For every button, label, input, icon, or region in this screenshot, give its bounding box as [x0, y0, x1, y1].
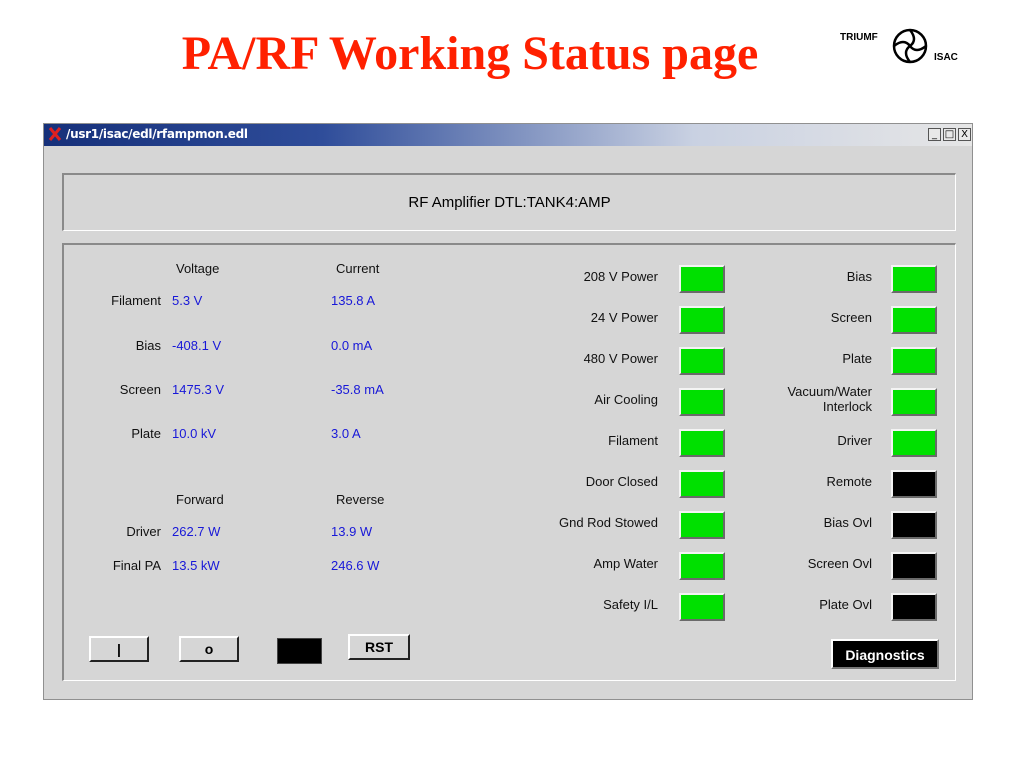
status-label: Air Cooling [594, 392, 658, 407]
status-led-off [891, 511, 937, 539]
status-label: Screen Ovl [807, 556, 872, 571]
status-led-on [679, 511, 725, 539]
status-label: Filament [608, 433, 658, 448]
logo-triumf-text: TRIUMF [840, 32, 878, 43]
finalpa-reverse: 246.6 W [331, 558, 380, 573]
status-led-on [679, 306, 725, 334]
status-label: Interlock [822, 399, 872, 414]
diagnostics-button[interactable]: Diagnostics [831, 639, 939, 669]
status-led-on [679, 429, 725, 457]
status-led-on [679, 552, 725, 580]
amplifier-title: RF Amplifier DTL:TANK4:AMP [408, 194, 611, 211]
status-label: 24 V Power [590, 310, 658, 325]
status-label: Driver [837, 433, 872, 448]
triumf-emblem-icon [892, 28, 928, 64]
current-header: Current [336, 261, 380, 276]
measurement-label: Screen [119, 382, 161, 397]
plate-voltage: 10.0 kV [172, 426, 217, 441]
minimize-button[interactable]: _ [928, 128, 941, 141]
status-label: Gnd Rod Stowed [558, 515, 658, 530]
x11-app-icon [48, 127, 62, 141]
finalpa-forward: 13.5 kW [172, 558, 220, 573]
status-led-off [891, 593, 937, 621]
status-led-off [891, 552, 937, 580]
off-button[interactable]: o [179, 636, 239, 662]
status-led-on [679, 347, 725, 375]
status-panel: Voltage Current Filament 5.3 V 135.8 A B… [62, 243, 956, 681]
status-label: Screen [830, 310, 872, 325]
edl-window: /usr1/isac/edl/rfampmon.edl _ □ X RF Amp… [43, 123, 973, 700]
status-label: Vacuum/Water [787, 384, 872, 399]
status-label: Plate Ovl [819, 597, 872, 612]
status-led-on [891, 265, 937, 293]
filament-current: 135.8 A [331, 293, 376, 308]
plate-current: 3.0 A [331, 426, 361, 441]
reverse-header: Reverse [336, 492, 385, 507]
driver-forward: 262.7 W [172, 524, 221, 539]
status-label: Safety I/L [603, 597, 658, 612]
status-label: Door Closed [585, 474, 658, 489]
reset-button[interactable]: RST [348, 634, 410, 660]
slide-title: PA/RF Working Status page [181, 27, 759, 80]
status-label: Remote [826, 474, 872, 489]
maximize-button[interactable]: □ [943, 128, 956, 141]
status-led-on [679, 265, 725, 293]
triumf-isac-logo: TRIUMF ISAC [840, 22, 976, 74]
status-led-on [679, 593, 725, 621]
status-label: Amp Water [593, 556, 658, 571]
status-led-on [679, 470, 725, 498]
status-label: Bias Ovl [823, 515, 872, 530]
state-indicator [277, 638, 322, 664]
voltage-header: Voltage [176, 261, 220, 276]
power-label: Driver [126, 524, 161, 539]
measurement-label: Plate [131, 426, 161, 441]
amplifier-header: RF Amplifier DTL:TANK4:AMP [62, 173, 956, 231]
window-title: /usr1/isac/edl/rfampmon.edl [66, 127, 248, 141]
power-label: Final PA [112, 558, 161, 573]
window-titlebar[interactable]: /usr1/isac/edl/rfampmon.edl _ □ X [44, 124, 972, 146]
forward-header: Forward [176, 492, 224, 507]
status-led-on [891, 347, 937, 375]
logo-isac-text: ISAC [934, 52, 958, 63]
screen-current: -35.8 mA [331, 382, 384, 397]
bias-voltage: -408.1 V [172, 338, 222, 353]
measurement-label: Bias [135, 338, 161, 353]
status-led-on [679, 388, 725, 416]
close-button[interactable]: X [958, 128, 971, 141]
status-led-on [891, 306, 937, 334]
status-led-on [891, 388, 937, 416]
screen-voltage: 1475.3 V [172, 382, 225, 397]
bias-current: 0.0 mA [331, 338, 373, 353]
filament-voltage: 5.3 V [172, 293, 203, 308]
status-led-off [891, 470, 937, 498]
measurement-label: Filament [111, 293, 161, 308]
on-button[interactable]: | [89, 636, 149, 662]
driver-reverse: 13.9 W [331, 524, 373, 539]
status-label: Bias [846, 269, 872, 284]
status-label: 480 V Power [583, 351, 658, 366]
status-label: 208 V Power [583, 269, 658, 284]
status-led-on [891, 429, 937, 457]
status-label: Plate [842, 351, 872, 366]
